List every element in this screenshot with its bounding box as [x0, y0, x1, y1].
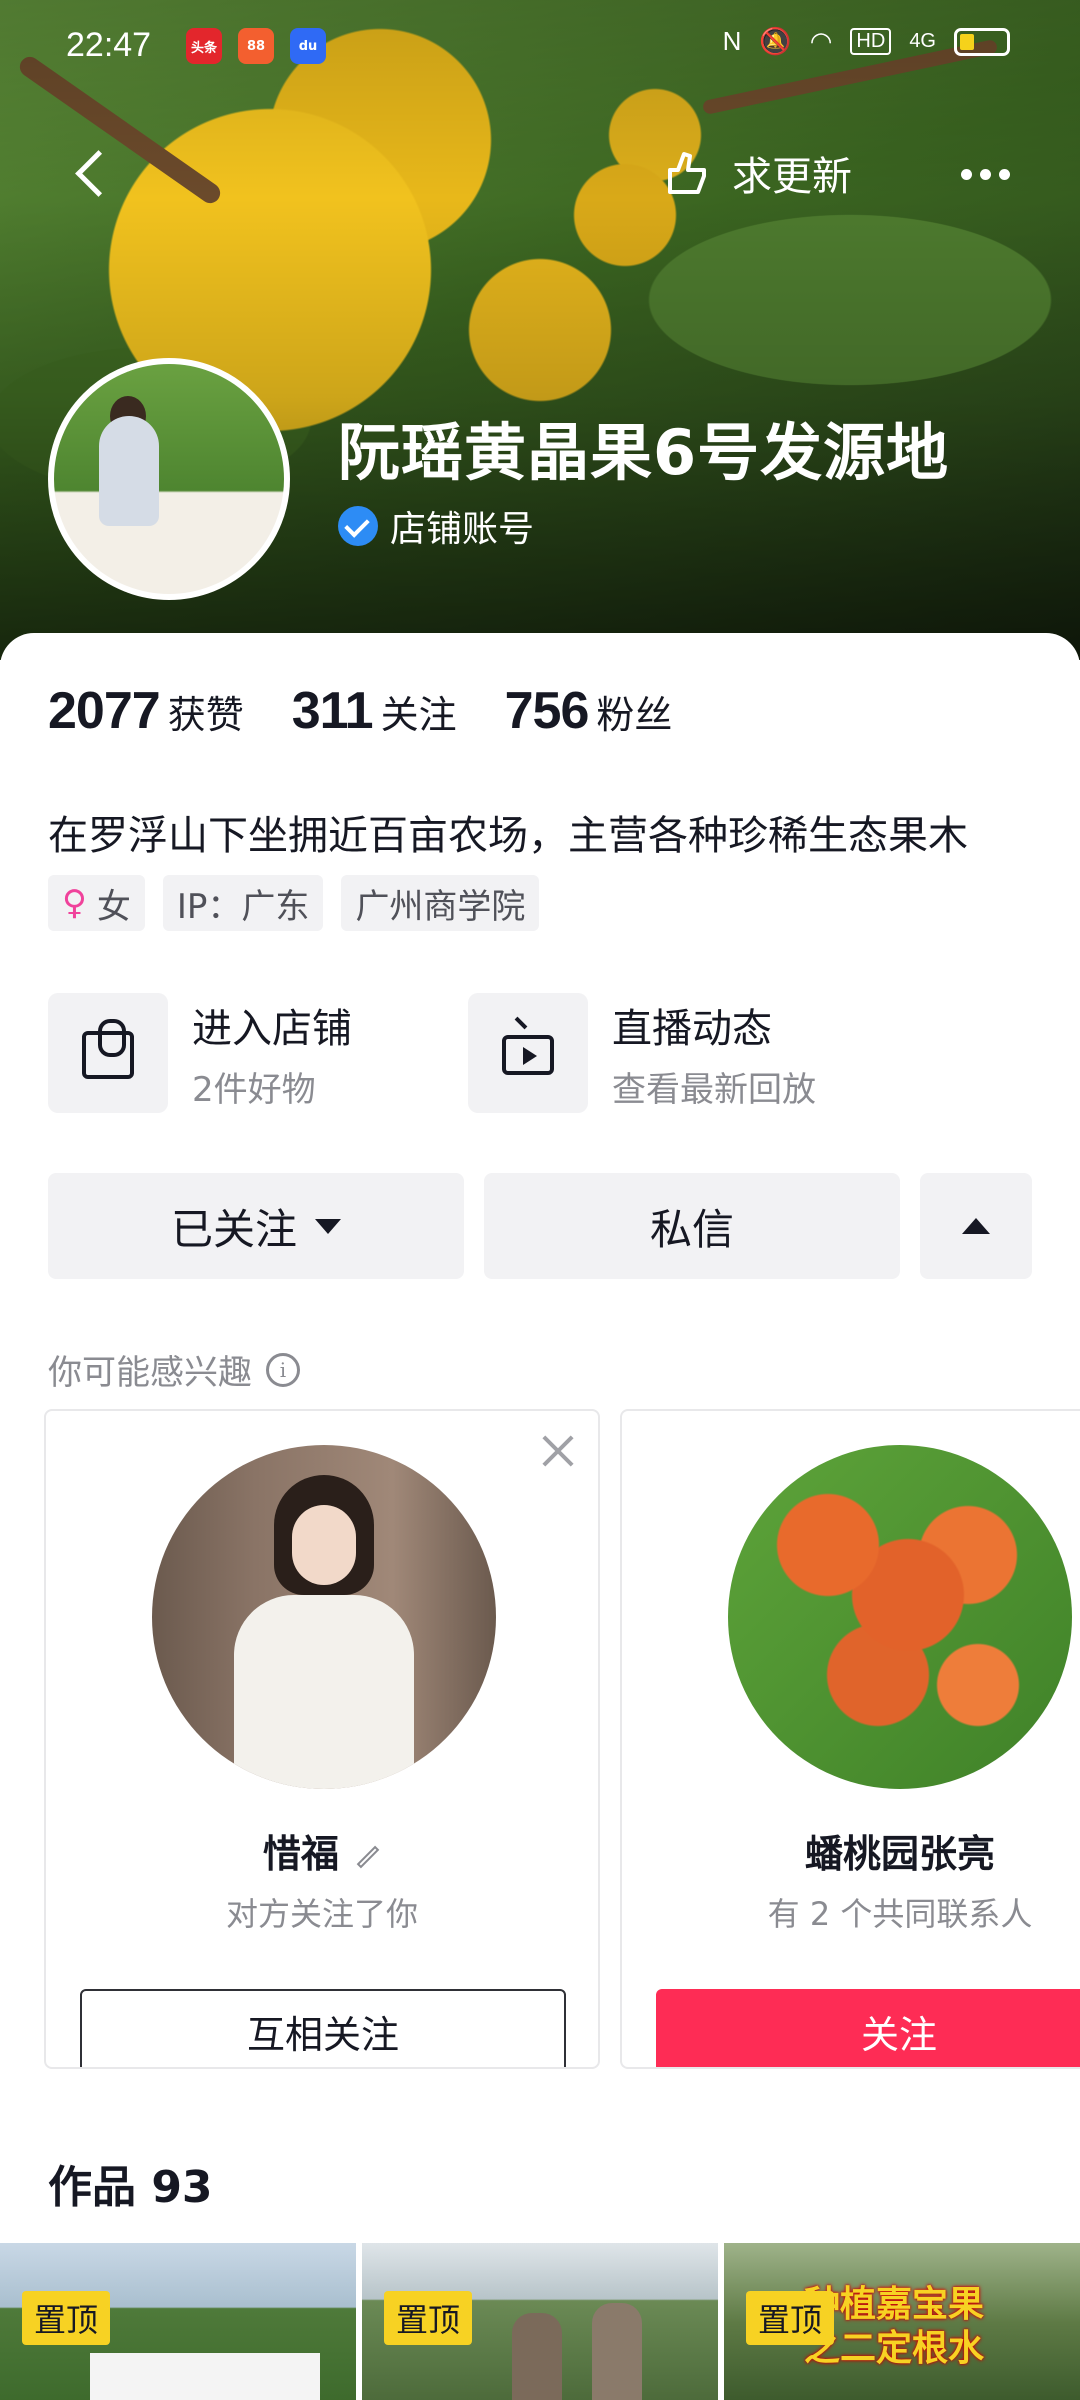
suggestion-name: 蟠桃园张亮 — [804, 1832, 995, 1876]
video-thumbnail[interactable]: 种植嘉宝果 之二定根水 置顶 — [724, 2243, 1080, 2400]
works-title: 作品 93 — [48, 2162, 213, 2213]
battery-icon — [954, 27, 1010, 56]
thumbnail-person — [592, 2303, 642, 2400]
thumbnail-person — [512, 2313, 562, 2400]
dot-icon — [998, 168, 1010, 180]
pencil-icon[interactable] — [356, 1845, 380, 1868]
avatar-person-body — [99, 416, 159, 526]
back-button[interactable] — [72, 145, 112, 205]
video-thumbnail[interactable]: 置顶 — [0, 2243, 356, 2400]
profile-bio: 在罗浮山下坐拥近百亩农场，主营各种珍稀生态果木 — [48, 813, 968, 859]
female-icon: ♀ — [62, 883, 87, 923]
hand-pointer-icon — [668, 152, 706, 194]
baidu-app-icon: du — [290, 28, 326, 64]
pinduoduo-app-icon: 88 — [238, 28, 274, 64]
nfc-icon: N — [722, 26, 742, 56]
profile-sheet: 2077 获赞 311 关注 756 粉丝 在罗浮山下坐拥近百亩农场，主营各种珍稀生态… — [0, 633, 1080, 2400]
dot-icon — [960, 168, 972, 180]
shop-icon-box — [48, 993, 168, 1113]
following-count: 311 — [291, 682, 374, 740]
pinned-badge: 置顶 — [746, 2291, 835, 2345]
suggestions-header: 你可能感兴趣 i — [48, 1345, 300, 1394]
ip-tag: IP：广东 — [162, 875, 324, 931]
request-update-label: 求更新 — [732, 154, 852, 200]
likes-count: 2077 — [48, 682, 161, 740]
live-entry[interactable]: 直播动态 查看最新回放 — [468, 993, 816, 1113]
suggestion-avatar[interactable] — [728, 1445, 1072, 1789]
more-options-button[interactable] — [950, 142, 1020, 206]
profile-name: 阮瑶黄晶果6号发源地 — [338, 416, 950, 489]
follow-back-button[interactable]: 互相关注 — [80, 1989, 566, 2067]
followed-label: 已关注 — [170, 1204, 297, 1254]
suggestion-avatar[interactable] — [152, 1445, 496, 1789]
wifi-icon: ◠ — [809, 26, 833, 56]
followers-stat[interactable]: 756 粉丝 — [505, 681, 673, 741]
live-icon-box — [468, 993, 588, 1113]
collapse-suggestions-button[interactable] — [920, 1173, 1032, 1279]
following-stat[interactable]: 311 关注 — [292, 681, 457, 741]
status-time: 22:47 — [66, 26, 152, 64]
status-bar: 22:47 头条 88 du N 🔕 ◠ HD 4G — [0, 0, 1080, 90]
profile-tags: ♀ 女 IP：广东 广州商学院 — [48, 875, 540, 931]
message-button[interactable]: 私信 — [484, 1173, 900, 1279]
video-thumbnail[interactable]: 置顶 — [362, 2243, 718, 2400]
face-shape — [292, 1505, 356, 1585]
gender-tag: ♀ 女 — [48, 875, 145, 931]
status-indicators: N 🔕 ◠ HD 4G — [723, 26, 1010, 57]
suggestion-reason: 有 2 个共同联系人 — [767, 1895, 1033, 1933]
dress-shape — [234, 1595, 414, 1789]
shopping-bag-icon — [82, 1019, 134, 1079]
live-entry-title: 直播动态 — [612, 1005, 772, 1052]
account-type-label: 店铺账号 — [390, 509, 535, 550]
tv-play-icon — [502, 1035, 554, 1075]
pinned-badge: 置顶 — [22, 2291, 111, 2345]
school-tag[interactable]: 广州商学院 — [341, 875, 540, 931]
shop-entry-title: 进入店铺 — [192, 1005, 352, 1052]
thumbnail-sign — [90, 2353, 320, 2400]
following-label: 关注 — [380, 693, 457, 737]
verified-check-icon — [338, 506, 378, 546]
pinned-badge: 置顶 — [384, 2291, 473, 2345]
hd-icon: HD — [850, 28, 892, 55]
followers-count: 756 — [504, 682, 590, 740]
suggestions-title: 你可能感兴趣 — [48, 1353, 252, 1393]
suggestion-name: 惜福 — [46, 1823, 598, 1878]
likes-stat[interactable]: 2077 获赞 — [48, 681, 244, 741]
suggestion-name-text: 惜福 — [262, 1832, 339, 1876]
followers-label: 粉丝 — [596, 693, 673, 737]
likes-label: 获赞 — [167, 693, 244, 737]
ip-label: IP：广东 — [176, 886, 310, 927]
follow-button[interactable]: 关注 — [656, 1989, 1080, 2067]
profile-avatar[interactable] — [48, 358, 290, 600]
followed-button[interactable]: 已关注 — [48, 1173, 464, 1279]
account-type-badge: 店铺账号 — [338, 500, 534, 552]
caret-down-icon — [315, 1218, 341, 1234]
caret-up-icon — [962, 1218, 990, 1234]
shop-entry[interactable]: 进入店铺 2件好物 — [48, 993, 352, 1113]
live-entry-subtitle: 查看最新回放 — [612, 1069, 816, 1110]
school-label: 广州商学院 — [355, 886, 526, 927]
mute-icon: 🔕 — [759, 26, 792, 56]
suggestion-reason: 对方关注了你 — [225, 1895, 418, 1933]
dot-icon — [979, 168, 991, 180]
info-icon[interactable]: i — [266, 1352, 300, 1387]
close-icon[interactable] — [538, 1431, 578, 1471]
suggestion-card[interactable]: 蟠桃园张亮 有 2 个共同联系人 关注 — [620, 1409, 1080, 2069]
request-update-button[interactable]: 求更新 — [660, 138, 852, 208]
profile-stats: 2077 获赞 311 关注 756 粉丝 — [48, 681, 672, 741]
signal-icon: 4G — [909, 30, 936, 52]
message-label: 私信 — [649, 1204, 734, 1254]
shop-entry-subtitle: 2件好物 — [192, 1069, 316, 1110]
toutiao-app-icon: 头条 — [186, 28, 222, 64]
gender-label: 女 — [96, 886, 131, 927]
suggestion-card[interactable]: 惜福 对方关注了你 互相关注 — [44, 1409, 600, 2069]
